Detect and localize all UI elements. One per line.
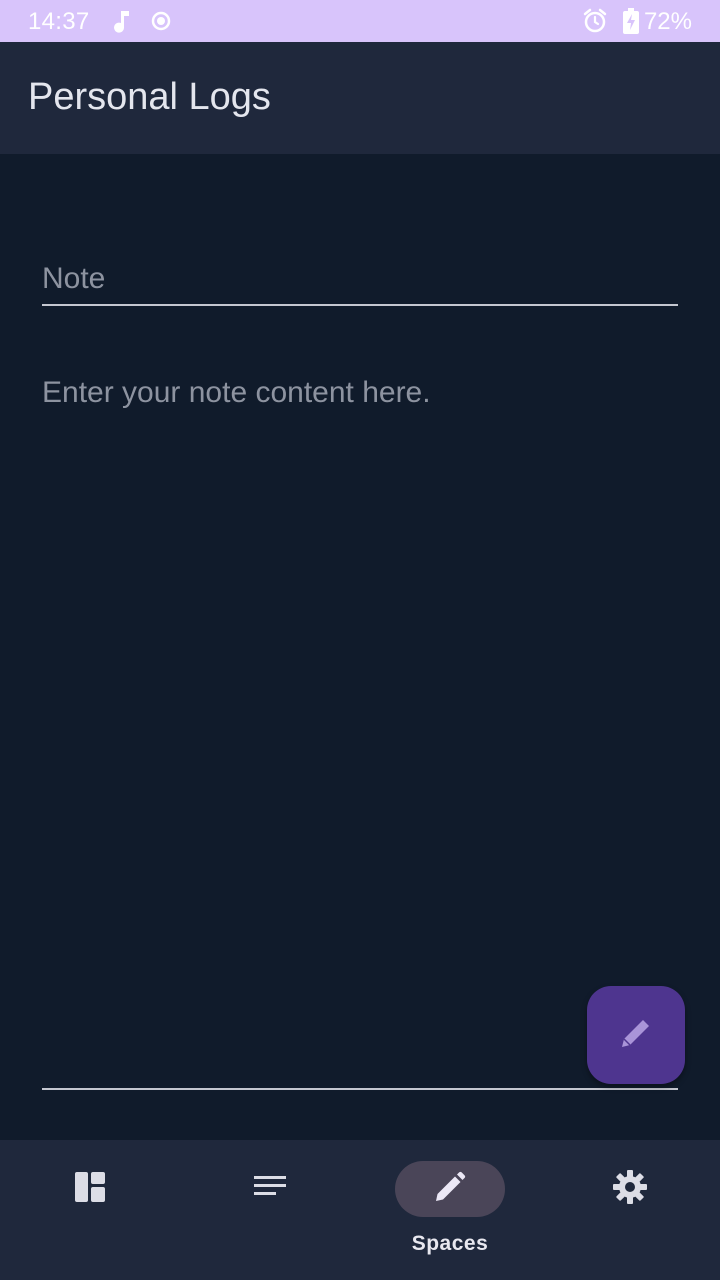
- note-body-input[interactable]: Enter your note content here.: [42, 364, 678, 1090]
- edit-fab-button[interactable]: [587, 986, 685, 1084]
- record-icon: [150, 7, 172, 35]
- dashboard-icon: [73, 1170, 107, 1209]
- note-title-placeholder: Note: [42, 262, 106, 295]
- settings-icon: [612, 1169, 648, 1210]
- battery-percent: 72%: [643, 8, 692, 35]
- music-note-icon: [112, 7, 132, 35]
- nav-label-spaces: Spaces: [411, 1232, 489, 1255]
- nav-item-notes[interactable]: [180, 1140, 360, 1280]
- nav-icon-container-active: [395, 1161, 505, 1217]
- status-time: 14:37: [28, 8, 90, 35]
- battery-charging-icon: [622, 7, 640, 35]
- pencil-icon: [617, 1014, 655, 1057]
- bottom-navigation: Spaces: [0, 1140, 720, 1280]
- nav-icon-container: [575, 1161, 685, 1217]
- nav-item-spaces[interactable]: Spaces: [360, 1140, 540, 1280]
- notes-list-icon: [253, 1174, 287, 1205]
- page-title: Personal Logs: [28, 76, 271, 118]
- nav-item-dashboard[interactable]: [0, 1140, 180, 1280]
- nav-icon-container: [35, 1161, 145, 1217]
- alarm-icon: [582, 7, 608, 35]
- pencil-icon: [433, 1170, 467, 1209]
- note-title-input[interactable]: Note: [42, 252, 678, 306]
- status-bar: 14:37 72%: [0, 0, 720, 42]
- note-body-placeholder: Enter your note content here.: [42, 376, 431, 409]
- app-bar: Personal Logs: [0, 42, 720, 154]
- nav-icon-container: [215, 1161, 325, 1217]
- nav-item-settings[interactable]: [540, 1140, 720, 1280]
